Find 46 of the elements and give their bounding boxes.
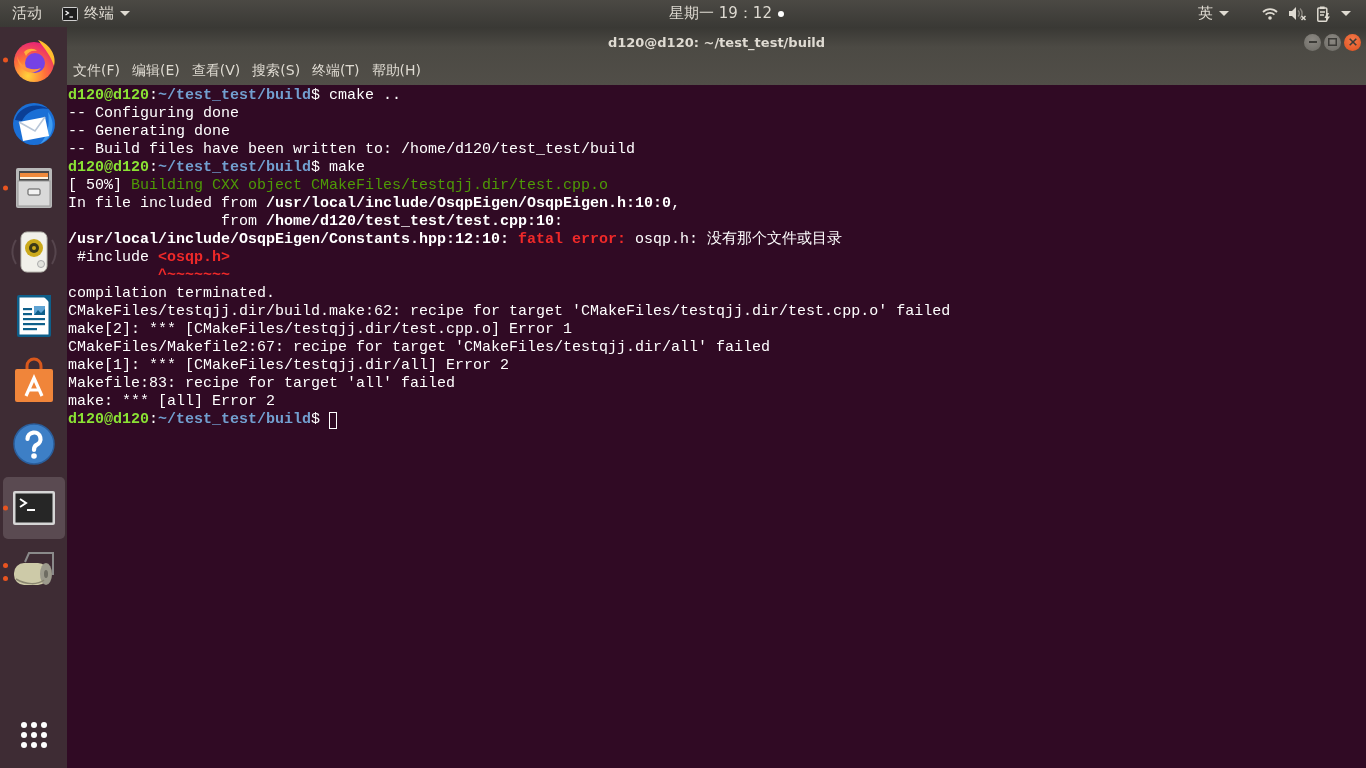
maximize-button[interactable] — [1324, 33, 1341, 51]
caret-icon — [120, 11, 130, 16]
menu-item[interactable]: 搜索(S) — [252, 62, 301, 80]
menu-item[interactable]: 文件(F) — [73, 62, 120, 80]
menu-item[interactable]: 帮助(H) — [371, 62, 422, 80]
terminal-line: -- Generating done — [68, 123, 231, 141]
terminal-line: Makefile:83: recipe for target 'all' failed — [68, 375, 456, 393]
speaker-icon — [9, 228, 58, 276]
terminal-line: make: *** [all] Error 2 — [68, 393, 276, 411]
terminal-line: make[1]: *** [CMakeFiles/testqjj.dir/all] Error 2 — [68, 357, 510, 375]
terminal-line: d120@d120:~/test_test/build$ make — [68, 159, 366, 177]
dock-launcher[interactable] — [2, 477, 65, 539]
menu-item[interactable]: 编辑(E) — [132, 62, 180, 80]
terminal-line: CMakeFiles/testqjj.dir/build.make:62: recipe for target 'CMakeFiles/testqjj.dir/test.cpp.o' failed — [68, 303, 951, 321]
clock-button[interactable]: 星期一 19：12 — [669, 0, 784, 27]
maximize-icon — [1328, 38, 1337, 46]
caret-icon — [1219, 11, 1229, 16]
battery-charging-icon — [1317, 5, 1330, 22]
terminal-line: In file included from /usr/local/include/OsqpEigen/OsqpEigen.h:10:0, — [68, 195, 681, 213]
minimize-icon — [1308, 41, 1317, 43]
window-title: d120@d120: ~/test_test/build — [607, 34, 826, 50]
menu-item[interactable]: 查看(V) — [191, 62, 241, 80]
terminal-line: -- Configuring done — [68, 105, 240, 123]
terminal-line: make[2]: *** [CMakeFiles/testqjj.dir/test.cpp.o] Error 1 — [68, 321, 573, 339]
caret-icon — [1341, 11, 1351, 16]
minimize-button[interactable] — [1304, 33, 1321, 51]
terminal-line: [ 50%] Building CXX object CMakeFiles/testqjj.dir/test.cpp.o — [68, 177, 609, 195]
terminal-line: from /home/d120/test_test/test.cpp:10: — [220, 213, 564, 231]
terminal-line: d120@d120:~/test_test/build$ — [68, 411, 322, 429]
terminal-line: -- Build files have been written to: /home/d120/test_test/build — [68, 141, 636, 159]
terminal-line: /usr/local/include/OsqpEigen/Constants.hpp:12:10: fatal error: osqp.h: 没有那个文件或目录 — [68, 231, 843, 249]
terminal-line: d120@d120:~/test_test/build$ cmake .. — [68, 87, 402, 105]
terminal-line: ^~~~~~~~ — [157, 267, 231, 285]
wifi-icon — [1262, 7, 1278, 20]
close-button[interactable] — [1344, 33, 1361, 51]
terminal-line: CMakeFiles/Makefile2:67: recipe for target 'CMakeFiles/testqjj.dir/all' failed — [68, 339, 771, 357]
app-grid-icon — [20, 722, 47, 748]
menu-item[interactable]: 终端(T) — [312, 62, 360, 80]
terminal-line: #include <osqp.h> — [76, 249, 231, 267]
activities-button[interactable]: 活动 — [12, 0, 42, 27]
terminal-icon — [62, 6, 78, 21]
show-apps-button[interactable] — [20, 722, 47, 748]
app-menu-button[interactable]: 终端 — [62, 0, 130, 27]
terminal-line: compilation terminated. — [68, 285, 276, 303]
close-icon — [1348, 38, 1357, 46]
input-method-button[interactable]: 英 — [1198, 0, 1229, 27]
